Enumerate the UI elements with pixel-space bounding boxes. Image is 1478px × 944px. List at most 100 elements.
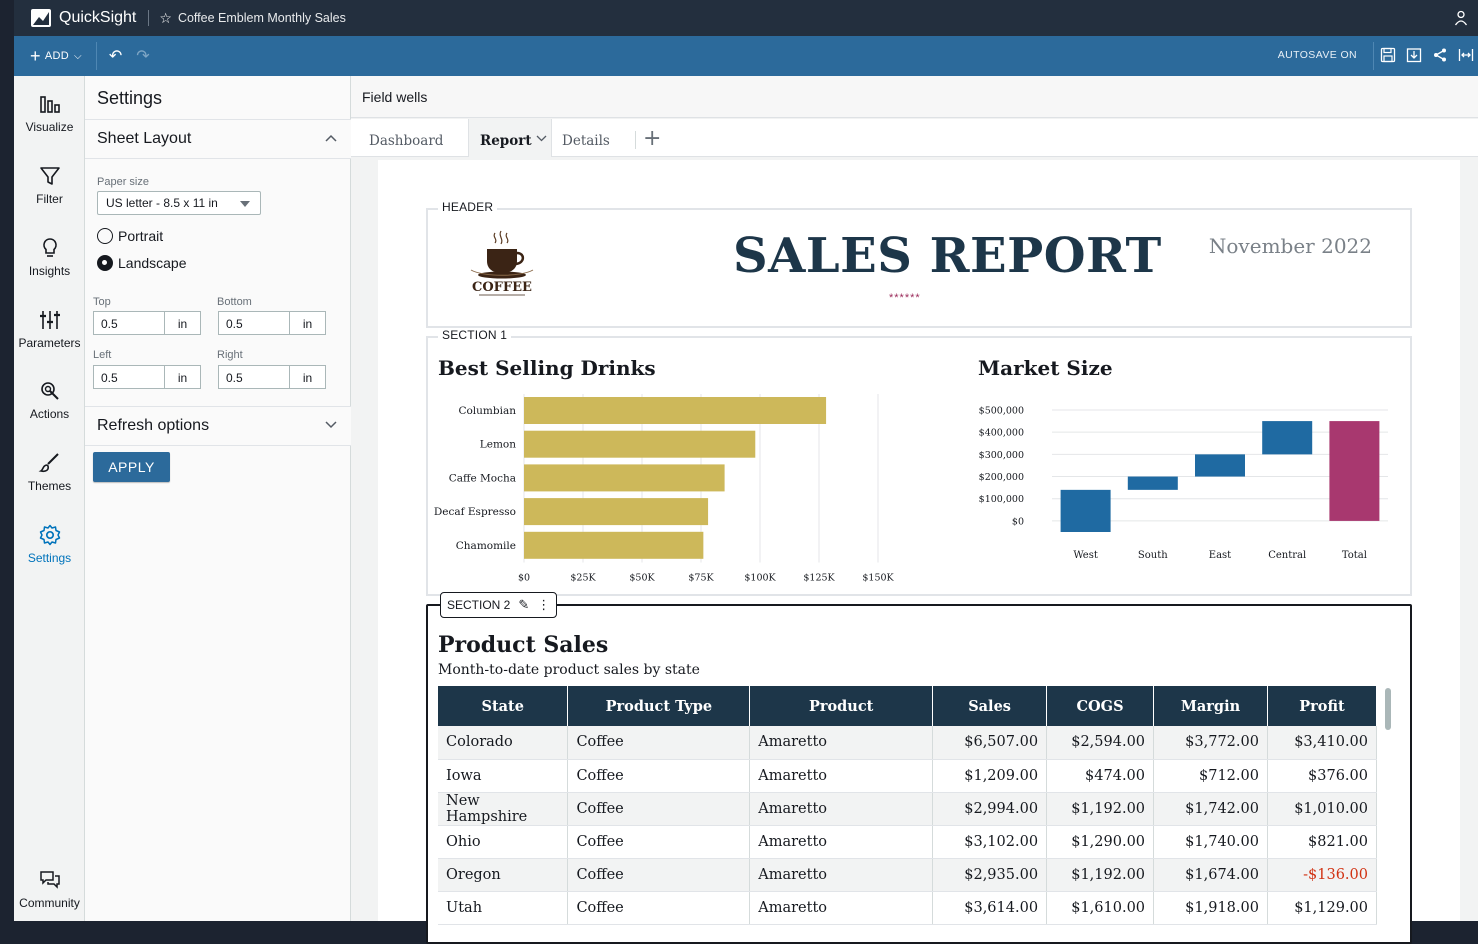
margin-left-value[interactable]: 0.5 <box>94 366 164 388</box>
rail-item-themes[interactable]: Themes <box>14 451 85 493</box>
product-sales-table: State Product Type Product Sales COGS Ma… <box>438 686 1378 925</box>
add-button[interactable]: + ADD ⌵ <box>30 47 82 65</box>
best-selling-title: Best Selling Drinks <box>438 356 656 380</box>
market-size-waterfall-chart[interactable]: $500,000 $400,000 $300,000 $200,000 $100,000… <box>968 388 1398 578</box>
autosave-status[interactable]: AUTOSAVE ON <box>1278 49 1357 61</box>
column-header-state[interactable]: State <box>438 686 569 726</box>
rail-item-insights[interactable]: Insights <box>14 236 85 278</box>
rail-label-parameters: Parameters <box>18 336 81 350</box>
chevron-down-icon: ⌵ <box>73 50 82 62</box>
table-scrollbar[interactable] <box>1385 688 1391 730</box>
table-cell: $712.00 <box>1153 759 1268 793</box>
table-body: Colorado Coffee Amaretto $6,507.00 $2,594.00… <box>438 726 1378 925</box>
header-section[interactable]: HEADER COFFEE SALES REPORT ****** Novemb… <box>426 200 1412 328</box>
fit-width-icon[interactable] <box>1458 46 1474 64</box>
portrait-radio[interactable]: Portrait <box>97 228 163 244</box>
tab-details[interactable]: Details <box>562 119 610 157</box>
rail-item-settings[interactable]: Settings <box>14 523 85 565</box>
report-canvas: HEADER COFFEE SALES REPORT ****** Novemb… <box>378 160 1460 944</box>
y-tick-label: $400,000 <box>979 428 1024 439</box>
x-tick-label: $75K <box>688 573 714 584</box>
settings-panel: Settings Sheet Layout Paper size US lett… <box>85 76 351 921</box>
rail-item-filter[interactable]: Filter <box>14 164 85 206</box>
redo-icon[interactable]: ↷ <box>136 46 149 66</box>
save-icon[interactable] <box>1380 46 1396 64</box>
category-label: South <box>1138 550 1168 561</box>
table-cell: -$136.00 <box>1267 858 1378 892</box>
more-options-icon[interactable]: ⋮ <box>537 597 550 613</box>
table-row[interactable]: Ohio Coffee Amaretto $3,102.00 $1,290.00 $1,7… <box>438 825 1378 859</box>
bar[interactable] <box>524 397 827 424</box>
section-2-tag[interactable]: SECTION 2 ✎ ⋮ <box>440 592 558 618</box>
bar[interactable] <box>524 498 709 526</box>
rail-label-insights: Insights <box>28 264 71 278</box>
table-cell: Coffee <box>567 792 751 826</box>
table-cell: $474.00 <box>1046 759 1155 793</box>
table-cell: Colorado <box>438 726 569 760</box>
table-row[interactable]: Oregon Coffee Amaretto $2,935.00 $1,192.00 $1… <box>438 858 1378 892</box>
column-header-sales[interactable]: Sales <box>932 686 1048 726</box>
column-header-product[interactable]: Product <box>749 686 934 726</box>
waterfall-bar[interactable] <box>1060 489 1111 532</box>
bar[interactable] <box>524 531 704 559</box>
waterfall-bar[interactable] <box>1329 421 1380 521</box>
chevron-down-icon[interactable] <box>536 135 547 142</box>
margin-top-value[interactable]: 0.5 <box>94 312 164 334</box>
section-1[interactable]: SECTION 1 Best Selling Drinks Market Siz… <box>426 328 1412 596</box>
user-icon[interactable] <box>1454 10 1468 26</box>
favorite-star-icon[interactable]: ☆ <box>159 10 172 27</box>
analysis-name[interactable]: Coffee Emblem Monthly Sales <box>178 11 346 25</box>
column-header-cogs[interactable]: COGS <box>1046 686 1155 726</box>
tab-report[interactable]: Report <box>468 119 552 157</box>
pencil-edit-icon[interactable]: ✎ <box>518 597 529 613</box>
margin-top-field[interactable]: 0.5 in <box>93 311 201 335</box>
landscape-label: Landscape <box>118 255 187 271</box>
margin-right-value[interactable]: 0.5 <box>219 366 289 388</box>
rail-item-visualize[interactable]: Visualize <box>14 92 85 134</box>
margin-left-unit: in <box>164 366 200 388</box>
category-label: Columbian <box>458 405 516 417</box>
filter-icon <box>39 167 60 185</box>
margin-right-field[interactable]: 0.5 in <box>218 365 326 389</box>
table-cell: $1,010.00 <box>1267 792 1378 826</box>
bar[interactable] <box>524 430 756 458</box>
add-sheet-icon[interactable]: + <box>643 126 661 151</box>
export-icon[interactable] <box>1406 46 1422 64</box>
cursor-click-icon <box>40 382 59 400</box>
section-2-label: SECTION 2 <box>447 598 511 612</box>
column-header-profit[interactable]: Profit <box>1267 686 1378 726</box>
app-name[interactable]: QuickSight <box>59 9 136 27</box>
rail-item-community[interactable]: Community <box>14 868 85 910</box>
rail-item-parameters[interactable]: Parameters <box>14 308 85 350</box>
rail-item-actions[interactable]: Actions <box>14 379 85 421</box>
waterfall-bar[interactable] <box>1195 454 1245 477</box>
bar[interactable] <box>524 464 725 492</box>
table-row[interactable]: Colorado Coffee Amaretto $6,507.00 $2,594.00… <box>438 726 1378 760</box>
landscape-radio[interactable]: Landscape <box>97 255 187 271</box>
refresh-options-header[interactable]: Refresh options <box>85 406 351 446</box>
product-sales-title: Product Sales <box>438 632 609 658</box>
field-wells-bar[interactable]: Field wells <box>351 76 1478 118</box>
table-row[interactable]: New Hampshire Coffee Amaretto $2,994.00 $1,1… <box>438 792 1378 826</box>
apply-button[interactable]: APPLY <box>93 452 170 482</box>
quicksight-logo-icon[interactable] <box>31 9 51 27</box>
waterfall-bar[interactable] <box>1262 421 1313 455</box>
table-row[interactable]: Utah Coffee Amaretto $3,614.00 $1,610.00 $1,9… <box>438 891 1378 925</box>
margin-bottom-value[interactable]: 0.5 <box>219 312 289 334</box>
sheet-layout-header[interactable]: Sheet Layout <box>85 119 351 159</box>
column-header-product-type[interactable]: Product Type <box>567 686 751 726</box>
margin-bottom-field[interactable]: 0.5 in <box>218 311 326 335</box>
tab-dashboard[interactable]: Dashboard <box>369 119 443 157</box>
x-tick-label: $125K <box>803 573 835 584</box>
category-label: Lemon <box>480 439 516 451</box>
margin-left-field[interactable]: 0.5 in <box>93 365 201 389</box>
column-header-margin[interactable]: Margin <box>1153 686 1268 726</box>
section-2[interactable]: SECTION 2 ✎ ⋮ Product Sales Month-to-dat… <box>426 592 1412 944</box>
best-selling-bar-chart[interactable]: $0 $25K $50K $75K $100K $125K $150K Columbian Le… <box>428 388 918 588</box>
paper-size-select[interactable]: US letter - 8.5 x 11 in <box>97 191 261 215</box>
waterfall-bar[interactable] <box>1127 476 1178 490</box>
table-row[interactable]: Iowa Coffee Amaretto $1,209.00 $474.00 $712.0… <box>438 759 1378 793</box>
undo-icon[interactable]: ↶ <box>109 46 122 66</box>
y-tick-label: $0 <box>1012 516 1024 527</box>
share-icon[interactable] <box>1432 46 1448 64</box>
